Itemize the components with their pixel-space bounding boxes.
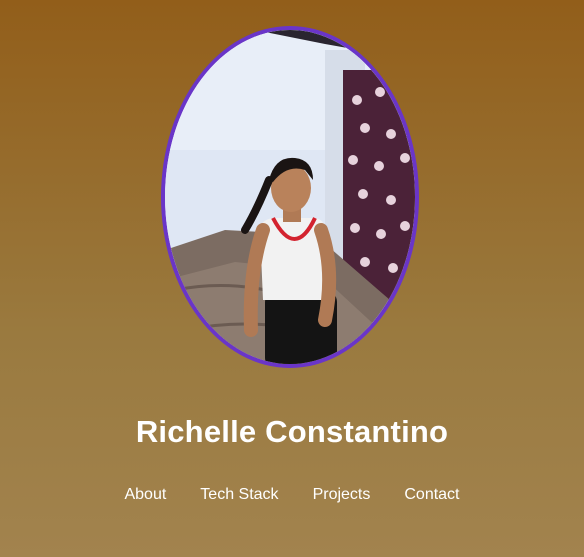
nav-link-projects[interactable]: Projects — [313, 486, 371, 504]
nav-link-contact[interactable]: Contact — [404, 486, 459, 504]
profile-photo-illustration — [165, 30, 415, 364]
profile-photo — [161, 26, 419, 368]
nav-link-about[interactable]: About — [124, 486, 166, 504]
primary-nav: About Tech Stack Projects Contact — [0, 486, 584, 504]
nav-link-tech-stack[interactable]: Tech Stack — [200, 486, 278, 504]
hero-section: Richelle Constantino About Tech Stack Pr… — [0, 0, 584, 557]
profile-name: Richelle Constantino — [135, 414, 449, 449]
